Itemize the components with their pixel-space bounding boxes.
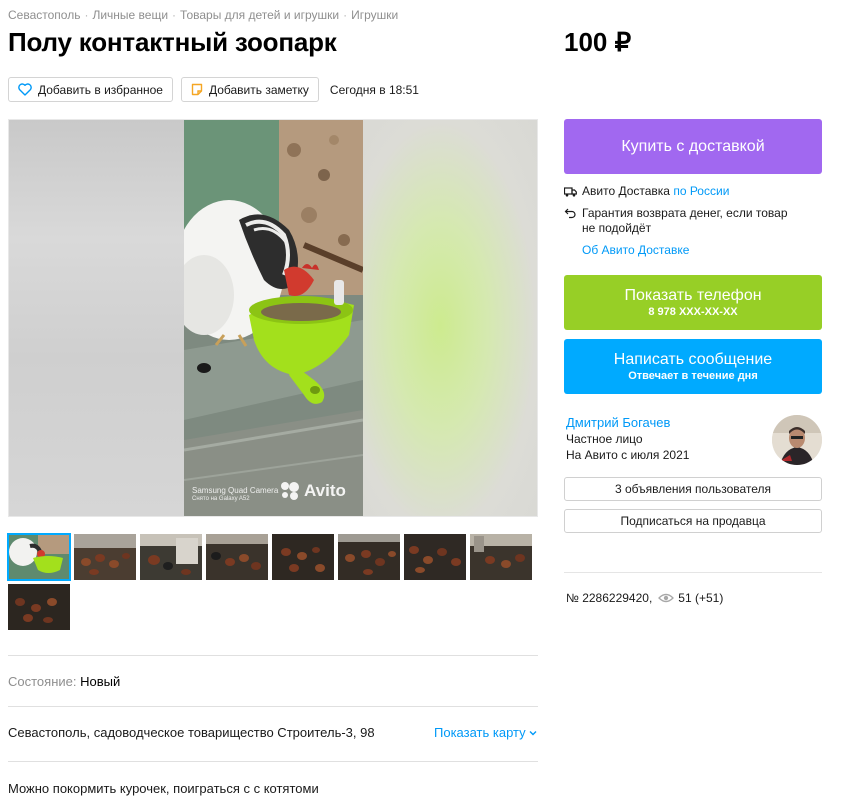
buy-with-delivery-button[interactable]: Купить с доставкой — [564, 119, 822, 174]
seller-type: Частное лицо — [566, 432, 643, 446]
listing-actions: Добавить в избранное Добавить заметку Се… — [8, 77, 419, 102]
section-divider — [8, 706, 538, 707]
subscribe-label: Подписаться на продавца — [620, 514, 766, 528]
write-message-label: Написать сообщение — [613, 350, 773, 368]
avito-logo-icon — [281, 482, 299, 500]
thumbnail[interactable] — [140, 534, 202, 580]
subscribe-seller-button[interactable]: Подписаться на продавца — [564, 509, 822, 533]
breadcrumb-separator: · — [172, 8, 177, 22]
thumbnail[interactable] — [8, 584, 70, 630]
phone-number-masked: 8 978 XXX-XX-XX — [648, 305, 738, 318]
gallery-blur-right — [361, 120, 537, 516]
write-message-button[interactable]: Написать сообщение Отвечает в течение дн… — [564, 339, 822, 394]
about-delivery-link[interactable]: Об Авито Доставке — [582, 243, 788, 257]
eye-icon — [658, 593, 675, 603]
response-time: Отвечает в течение дня — [628, 369, 758, 382]
chicken-photo — [184, 120, 363, 516]
publish-date: Сегодня в 18:51 — [329, 82, 419, 97]
guarantee-line2: не подойдёт — [582, 221, 652, 235]
avito-watermark: Avito — [279, 480, 346, 502]
listing-id: № 2286229420, — [566, 591, 653, 605]
watermark-line1: Samsung Quad Camera — [192, 486, 279, 495]
add-to-favorites-button[interactable]: Добавить в избранное — [8, 77, 173, 102]
show-phone-button[interactable]: Показать телефон 8 978 XXX-XX-XX — [564, 275, 822, 330]
delivery-region-link[interactable]: по России — [673, 184, 729, 198]
price: 100 ₽ — [564, 27, 632, 57]
breadcrumb: Севастополь · Личные вещи · Товары для детей… — [8, 8, 398, 22]
thumbnail[interactable] — [338, 534, 400, 580]
section-divider — [564, 572, 822, 573]
listing-meta: № 2286229420, 51 (+51) — [566, 591, 723, 605]
condition-value: Новый — [80, 674, 121, 689]
show-phone-label: Показать телефон — [624, 286, 762, 304]
page-title: Полу контактный зоопарк — [8, 27, 337, 57]
seller-info: Дмитрий Богачев Частное лицо На Авито с … — [566, 415, 689, 463]
views-count: 51 (+51) — [678, 591, 724, 605]
thumbnail-strip — [7, 533, 538, 630]
guarantee-line1: Гарантия возврата денег, если товар — [582, 206, 788, 220]
note-label: Добавить заметку — [208, 82, 309, 97]
add-note-button[interactable]: Добавить заметку — [180, 77, 319, 102]
breadcrumb-item[interactable]: Личные вещи — [92, 8, 168, 22]
breadcrumb-item[interactable]: Товары для детей и игрушки — [180, 8, 339, 22]
thumbnail[interactable] — [404, 534, 466, 580]
delivery-row: Авито Доставка по России — [564, 184, 788, 199]
breadcrumb-item[interactable]: Игрушки — [351, 8, 398, 22]
camera-watermark: Samsung Quad Camera Снято на Galaxy A52 — [192, 486, 278, 504]
note-icon — [191, 83, 203, 96]
thumbnail[interactable] — [206, 534, 268, 580]
thumbnail[interactable] — [470, 534, 532, 580]
breadcrumb-separator: · — [343, 8, 348, 22]
buy-button-label: Купить с доставкой — [621, 137, 765, 155]
photo-gallery[interactable]: Samsung Quad Camera Снято на Galaxy A52 … — [8, 119, 538, 517]
guarantee-row: Гарантия возврата денег, если товар не п… — [564, 206, 788, 236]
condition-label: Состояние: — [8, 674, 77, 689]
breadcrumb-item[interactable]: Севастополь — [8, 8, 80, 22]
section-divider — [8, 655, 538, 656]
seller-since: На Авито с июля 2021 — [566, 448, 690, 462]
views-counter: 51 (+51) — [658, 591, 723, 605]
truck-icon — [564, 187, 577, 197]
section-divider — [8, 761, 538, 762]
condition: Состояние: Новый — [8, 674, 120, 689]
return-icon — [564, 208, 576, 219]
watermark-line2: Снято на Galaxy A52 — [192, 496, 250, 502]
seller-listings-button[interactable]: 3 объявления пользователя — [564, 477, 822, 501]
avito-watermark-text: Avito — [304, 481, 346, 500]
avatar[interactable] — [772, 415, 822, 465]
delivery-prefix: Авито Доставка — [582, 184, 670, 198]
heart-icon — [18, 83, 32, 96]
gallery-blur-left — [9, 120, 184, 516]
thumbnail[interactable] — [272, 534, 334, 580]
address: Севастополь, садоводческое товарищество … — [8, 725, 375, 740]
seller-listings-label: 3 объявления пользователя — [614, 482, 772, 496]
favorite-label: Добавить в избранное — [38, 82, 163, 97]
thumbnail[interactable] — [7, 533, 71, 581]
delivery-info: Авито Доставка по России Гарантия возвра… — [564, 184, 788, 257]
show-map-link[interactable]: Показать карту — [434, 725, 537, 740]
seller-name-link[interactable]: Дмитрий Богачев — [566, 415, 689, 431]
thumbnail[interactable] — [74, 534, 136, 580]
main-photo[interactable]: Samsung Quad Camera Снято на Galaxy A52 … — [184, 120, 363, 516]
breadcrumb-separator: · — [84, 8, 89, 22]
chevron-down-icon — [529, 730, 537, 735]
show-map-label: Показать карту — [434, 725, 526, 740]
description: Можно покормить курочек, поиграться с с … — [8, 781, 319, 796]
